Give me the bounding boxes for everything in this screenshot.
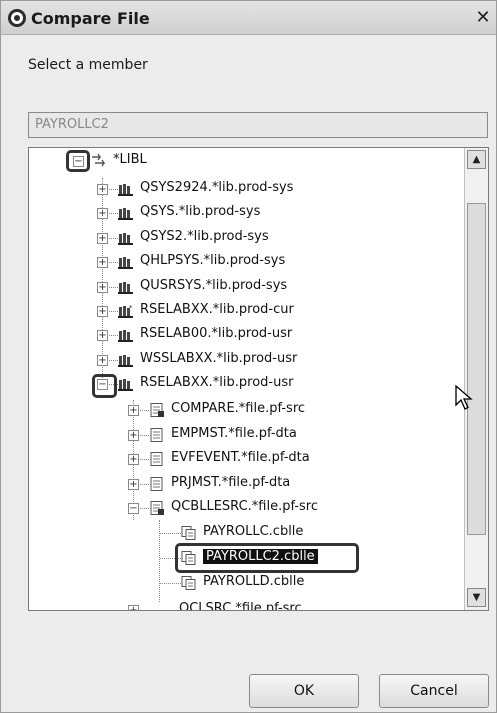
- tree-row-label: QSYS2924.*lib.prod-sys: [140, 180, 294, 195]
- tree-connector: [160, 583, 181, 584]
- tree-row-partial[interactable]: + QCLSRC.*file.pf-src: [29, 599, 449, 611]
- scroll-down-icon[interactable]: ▼: [467, 588, 486, 607]
- tree-row[interactable]: PAYROLLC.cblle: [29, 522, 449, 544]
- tree-row[interactable]: + COMPARE.*file.pf-src: [29, 399, 449, 421]
- library-collapse-highlight: [92, 374, 117, 398]
- tree-row-label: PAYROLLC.cblle: [203, 524, 304, 539]
- expand-icon[interactable]: +: [97, 330, 108, 342]
- expand-icon[interactable]: +: [97, 281, 108, 293]
- selected-member-highlight: [175, 543, 359, 573]
- collapse-icon[interactable]: −: [128, 503, 139, 514]
- scroll-up-icon[interactable]: ▲: [467, 150, 486, 169]
- tree-row-label: PRJMST.*file.pf-dta: [171, 474, 291, 490]
- tree-row[interactable]: + QSYS2.*lib.prod-sys: [29, 227, 449, 249]
- tree-row-label: PAYROLLD.cblle: [203, 574, 305, 589]
- ok-button[interactable]: OK: [249, 674, 359, 708]
- tree-row[interactable]: PAYROLLD.cblle: [29, 572, 449, 594]
- library-icon: [118, 231, 134, 245]
- member-icon: [181, 576, 197, 590]
- library-icon: [118, 328, 134, 343]
- tree-row-label: QHLPSYS.*lib.prod-sys: [140, 253, 286, 269]
- tree-row[interactable]: + QHLPSYS.*lib.prod-sys: [29, 251, 449, 273]
- tree-root-label: *LIBL: [113, 152, 147, 167]
- tree-row-label: EMPMST.*file.pf-dta: [171, 425, 297, 441]
- member-icon: [181, 526, 197, 540]
- tree-row[interactable]: + QSYS.*lib.prod-sys: [29, 202, 449, 224]
- root-collapse-highlight: [66, 150, 90, 172]
- tree-scrollbar[interactable]: ▲ ▼: [464, 148, 488, 610]
- tree-row[interactable]: + * RSELABXX.*lib.prod-cur: [29, 300, 449, 322]
- tree-row[interactable]: + EMPMST.*file.pf-dta: [29, 424, 449, 446]
- tree-row-label: QSYS2.*lib.prod-sys: [140, 228, 269, 244]
- expand-icon[interactable]: +: [97, 208, 108, 220]
- title-bar[interactable]: Compare File ✕: [1, 1, 496, 35]
- data-file-icon: [149, 427, 165, 442]
- svg-text:*: *: [129, 304, 133, 312]
- tree-row-label: COMPARE.*file.pf-src: [171, 401, 306, 416]
- expand-icon[interactable]: +: [128, 405, 139, 416]
- tree-row-label: EVFEVENT.*file.pf-dta: [171, 450, 310, 465]
- library-icon: [118, 353, 134, 367]
- data-file-icon: [149, 476, 165, 491]
- mouse-pointer-icon: [455, 385, 473, 410]
- tree-row[interactable]: − QCBLLESRC.*file.pf-src: [29, 497, 449, 519]
- expand-icon[interactable]: +: [97, 257, 108, 269]
- tree-row[interactable]: + EVFEVENT.*file.pf-dta: [29, 448, 449, 470]
- expand-icon[interactable]: +: [128, 478, 139, 490]
- tree-row[interactable]: + PRJMST.*file.pf-dta: [29, 473, 449, 495]
- expand-icon[interactable]: +: [97, 232, 108, 244]
- tree-row-label: RSELABXX.*lib.prod-cur: [140, 302, 294, 317]
- tree-row-label: RSELAB00.*lib.prod-usr: [140, 326, 293, 342]
- library-icon: [118, 206, 134, 221]
- tree-row[interactable]: + QUSRSYS.*lib.prod-sys: [29, 276, 449, 298]
- data-file-icon: [149, 452, 165, 466]
- tree-row-label: QCBLLESRC.*file.pf-src: [171, 499, 318, 514]
- cancel-button[interactable]: Cancel: [379, 674, 489, 708]
- tree-row-label: RSELABXX.*lib.prod-usr: [140, 375, 294, 391]
- tree-connector: [160, 533, 181, 534]
- tree-row[interactable]: + WSSLABXX.*lib.prod-usr: [29, 349, 449, 371]
- current-library-icon: *: [118, 304, 134, 318]
- library-icon: [118, 182, 134, 196]
- library-icon: [118, 280, 134, 294]
- compare-app-icon: [8, 9, 26, 27]
- close-icon[interactable]: ✕: [473, 8, 493, 28]
- compare-file-dialog: Compare File ✕ Select a member PAYROLLC2…: [0, 0, 497, 713]
- library-list-icon: [92, 153, 106, 167]
- tree-row-label: QUSRSYS.*lib.prod-sys: [140, 277, 288, 293]
- expand-icon[interactable]: +: [128, 454, 139, 465]
- tree-row-root[interactable]: − *LIBL: [29, 150, 449, 172]
- expand-icon[interactable]: +: [97, 306, 108, 317]
- scroll-thumb[interactable]: [467, 203, 486, 535]
- tree-row-label: QSYS.*lib.prod-sys: [140, 204, 261, 220]
- expand-icon[interactable]: +: [128, 605, 139, 610]
- tree-row-label: WSSLABXX.*lib.prod-usr: [140, 350, 298, 366]
- tree-row-label: QCLSRC.*file.pf-src: [179, 601, 302, 611]
- source-file-icon: [149, 403, 165, 417]
- tree-row[interactable]: + RSELAB00.*lib.prod-usr: [29, 324, 449, 346]
- expand-icon[interactable]: +: [97, 354, 108, 366]
- expand-icon[interactable]: +: [128, 429, 139, 441]
- dialog-title: Compare File: [31, 9, 150, 28]
- library-icon: [118, 377, 134, 392]
- library-icon: [118, 255, 134, 270]
- tree-row[interactable]: + QSYS2924.*lib.prod-sys: [29, 178, 449, 200]
- member-name-field[interactable]: PAYROLLC2: [28, 112, 488, 138]
- expand-icon[interactable]: +: [97, 184, 108, 195]
- source-file-icon: [149, 501, 165, 515]
- library-tree[interactable]: − *LIBL + QSYS2924.*lib.prod-sys + QSYS.*li…: [28, 147, 489, 611]
- select-member-prompt: Select a member: [28, 57, 148, 73]
